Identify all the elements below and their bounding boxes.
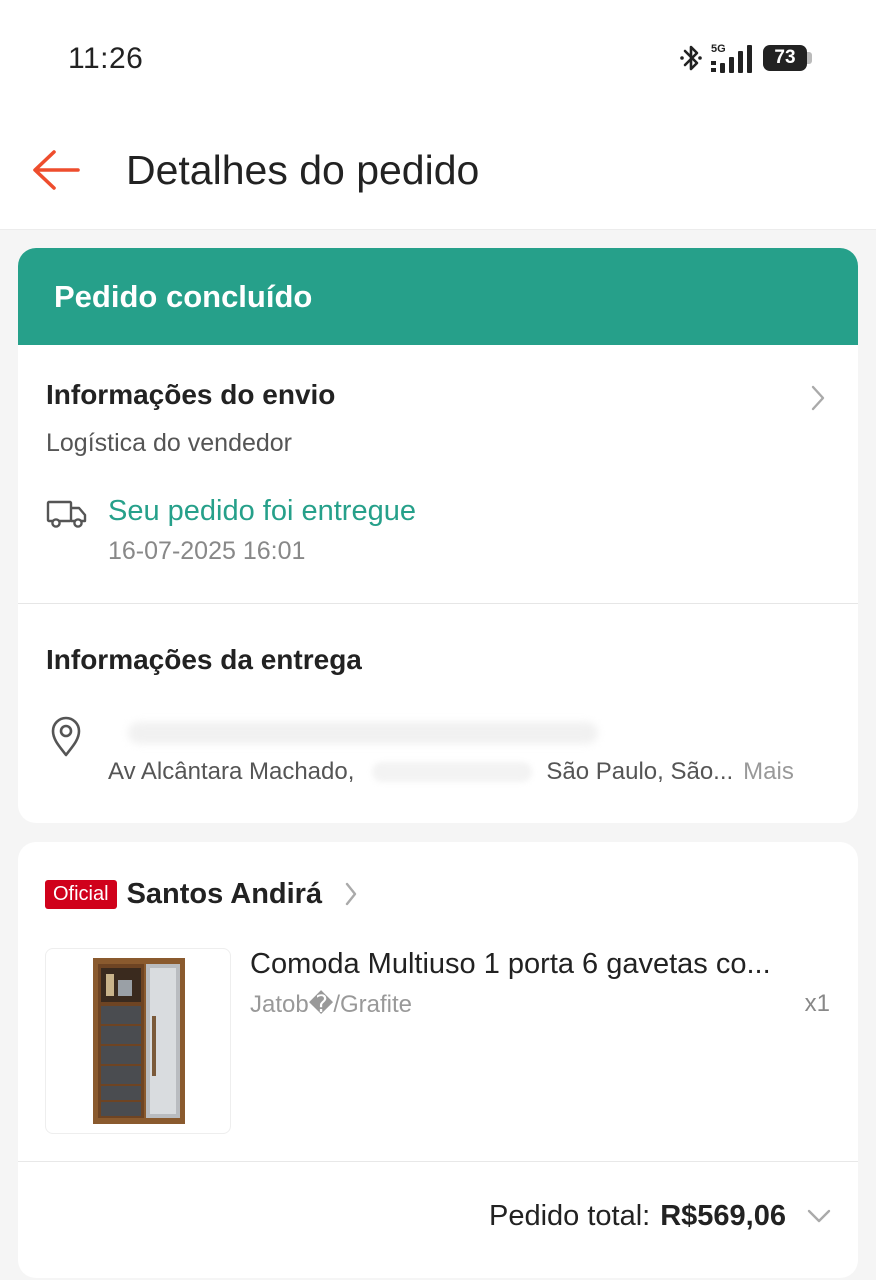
product-quantity: x1 bbox=[804, 990, 830, 1017]
official-badge: Oficial bbox=[45, 879, 117, 909]
shipping-carrier: Logística do vendedor bbox=[46, 429, 293, 457]
tracking-status: Seu pedido foi entregue bbox=[108, 495, 416, 527]
address-street: Av Alcântara Machado, bbox=[108, 758, 355, 785]
shop-name: Santos Andirá bbox=[126, 877, 323, 910]
back-arrow-icon[interactable] bbox=[28, 142, 84, 198]
product-variant: Jatob�/Grafite bbox=[250, 991, 413, 1018]
redacted-recipient bbox=[128, 722, 598, 744]
battery-level: 73 bbox=[763, 45, 807, 71]
page-title: Detalhes do pedido bbox=[126, 146, 480, 193]
battery-icon: 73 bbox=[763, 45, 812, 71]
status-icons: 5G 73 bbox=[679, 40, 812, 76]
truck-icon bbox=[46, 499, 88, 534]
address-city: São Paulo, São... bbox=[546, 758, 734, 785]
shop-card: Oficial Santos Andirá Comoda Multiuso 1 … bbox=[18, 842, 858, 1278]
network-type-label: 5G bbox=[711, 43, 726, 55]
shipping-info-section[interactable]: Informações do envio Logística do vended… bbox=[18, 345, 858, 604]
delivery-info-section: Informações da entrega Av Alcântara Mach… bbox=[18, 604, 858, 823]
delivery-address: Av Alcântara Machado, São Paulo, São... … bbox=[108, 758, 828, 786]
chevron-right-icon[interactable] bbox=[806, 381, 830, 415]
status-time: 11:26 bbox=[68, 42, 144, 75]
order-total-value: R$569,06 bbox=[660, 1199, 786, 1232]
status-bar: 11:26 5G 73 bbox=[0, 0, 876, 118]
redacted-address-part bbox=[372, 762, 533, 782]
order-card: Pedido concluído Informações do envio Lo… bbox=[18, 248, 858, 823]
bluetooth-icon bbox=[679, 42, 703, 74]
shop-header[interactable]: Oficial Santos Andirá bbox=[45, 876, 358, 912]
shipping-info-title: Informações do envio bbox=[46, 379, 336, 410]
product-image[interactable] bbox=[45, 948, 231, 1134]
location-pin-icon bbox=[50, 716, 82, 763]
order-total-label: Pedido total: bbox=[488, 1199, 651, 1232]
chevron-right-icon[interactable] bbox=[344, 881, 358, 907]
address-more-link[interactable]: Mais bbox=[743, 758, 794, 786]
product-name[interactable]: Comoda Multiuso 1 porta 6 gavetas co... bbox=[250, 948, 820, 981]
order-status-banner: Pedido concluído bbox=[18, 248, 858, 345]
signal-icon: 5G bbox=[709, 41, 757, 75]
app-header: Detalhes do pedido bbox=[0, 118, 876, 230]
chevron-down-icon[interactable] bbox=[806, 1208, 832, 1224]
delivery-info-title: Informações da entrega bbox=[46, 644, 362, 675]
divider bbox=[18, 1161, 858, 1162]
order-total-row[interactable]: Pedido total: R$569,06 bbox=[489, 1196, 832, 1236]
tracking-time: 16-07-2025 16:01 bbox=[108, 537, 306, 565]
